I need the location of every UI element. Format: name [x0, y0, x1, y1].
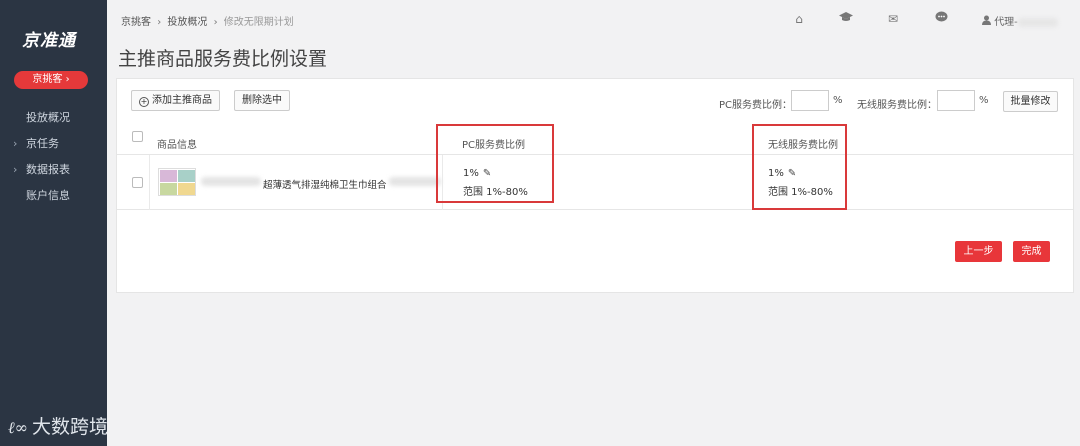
highlight-box-pc-rate — [436, 124, 554, 203]
pc-rate-input[interactable] — [791, 90, 829, 111]
delete-selected-button[interactable]: 删除选中 — [234, 90, 290, 111]
sidebar-item-label: 数据报表 — [26, 163, 70, 176]
user-icon — [982, 15, 994, 28]
breadcrumb: 京挑客 › 投放概况 › 修改无限期计划 — [121, 13, 294, 28]
product-name-link[interactable]: 超薄透气排湿纯棉卫生巾组合 — [263, 177, 387, 191]
product-thumbnail[interactable] — [158, 168, 196, 196]
breadcrumb-item-jingtiaoke[interactable]: 京挑客 — [121, 17, 151, 28]
sidebar-item-label: 投放概况 — [26, 111, 70, 124]
sidebar-item-tasks[interactable]: › 京任务 — [0, 134, 107, 160]
wireless-rate-input[interactable] — [937, 90, 975, 111]
brand-logo: 京准通 — [22, 31, 76, 51]
user-name-redacted — [1017, 17, 1058, 27]
wireless-rate-label: 无线服务费比例： — [857, 100, 937, 111]
chevron-right-icon: › — [13, 137, 18, 150]
breadcrumb-separator: › — [157, 17, 162, 28]
sidebar-item-reports[interactable]: › 数据报表 — [0, 160, 107, 186]
row-checkbox[interactable] — [132, 177, 143, 188]
breadcrumb-separator: › — [213, 17, 218, 28]
graduation-cap-icon[interactable] — [838, 11, 854, 27]
column-divider — [149, 155, 150, 210]
sidebar-nav: 投放概况 › 京任务 › 数据报表 账户信息 — [0, 108, 107, 212]
done-button[interactable]: 完成 — [1013, 241, 1050, 262]
user-menu[interactable]: 代理- — [982, 13, 1058, 28]
select-all-checkbox[interactable] — [132, 131, 143, 142]
breadcrumb-current: 修改无限期计划 — [223, 17, 294, 28]
previous-step-button[interactable]: 上一步 — [955, 241, 1002, 262]
wireless-rate-percent: % — [979, 95, 989, 106]
breadcrumb-item-overview[interactable]: 投放概况 — [167, 17, 207, 28]
sidebar-item-label: 账户信息 — [26, 189, 70, 202]
table-row: 超薄透气排湿纯棉卫生巾组合 1% ✎ 范围 1%-80% 1% ✎ 范围 1%-80… — [117, 155, 1073, 210]
sidebar-item-label: 京任务 — [26, 137, 59, 150]
page-title: 主推商品服务费比例设置 — [118, 48, 328, 70]
chat-icon[interactable] — [933, 11, 949, 27]
sidebar-item-account[interactable]: 账户信息 — [0, 186, 107, 212]
watermark-logo-icon: ℓ∞ — [8, 418, 28, 437]
highlight-box-wireless-rate — [752, 124, 847, 210]
add-product-label: 添加主推商品 — [152, 95, 212, 106]
chevron-right-icon: › — [13, 163, 18, 176]
add-product-button[interactable]: + 添加主推商品 — [131, 90, 220, 111]
jingtiaoke-button[interactable]: 京挑客 › — [14, 71, 88, 89]
sidebar: 京准通 京挑客 › 投放概况 › 京任务 › 数据报表 账户信息 ℓ∞ 大数跨境 — [0, 0, 108, 446]
watermark: ℓ∞ 大数跨境 — [8, 412, 108, 439]
watermark-text: 大数跨境 — [32, 416, 109, 438]
add-circle-icon: + — [139, 97, 149, 107]
product-name-redacted — [201, 177, 261, 186]
product-name-redacted — [389, 177, 441, 186]
mail-icon[interactable]: ✉ — [885, 11, 901, 27]
table-header: 商品信息 PC服务费比例 无线服务费比例 — [117, 124, 1073, 155]
column-header-product: 商品信息 — [157, 140, 197, 151]
user-name: 代理- — [994, 17, 1018, 28]
sidebar-item-overview[interactable]: 投放概况 — [0, 108, 107, 134]
home-icon[interactable]: ⌂ — [791, 11, 807, 27]
pc-rate-percent: % — [833, 95, 843, 106]
pc-rate-label: PC服务费比例： — [719, 100, 793, 111]
top-bar: 京挑客 › 投放概况 › 修改无限期计划 ⌂ ✉ 代理- — [107, 0, 1080, 40]
main-card: + 添加主推商品 删除选中 PC服务费比例： % 无线服务费比例： % 批量修改 … — [116, 78, 1074, 293]
batch-edit-button[interactable]: 批量修改 — [1003, 91, 1058, 112]
